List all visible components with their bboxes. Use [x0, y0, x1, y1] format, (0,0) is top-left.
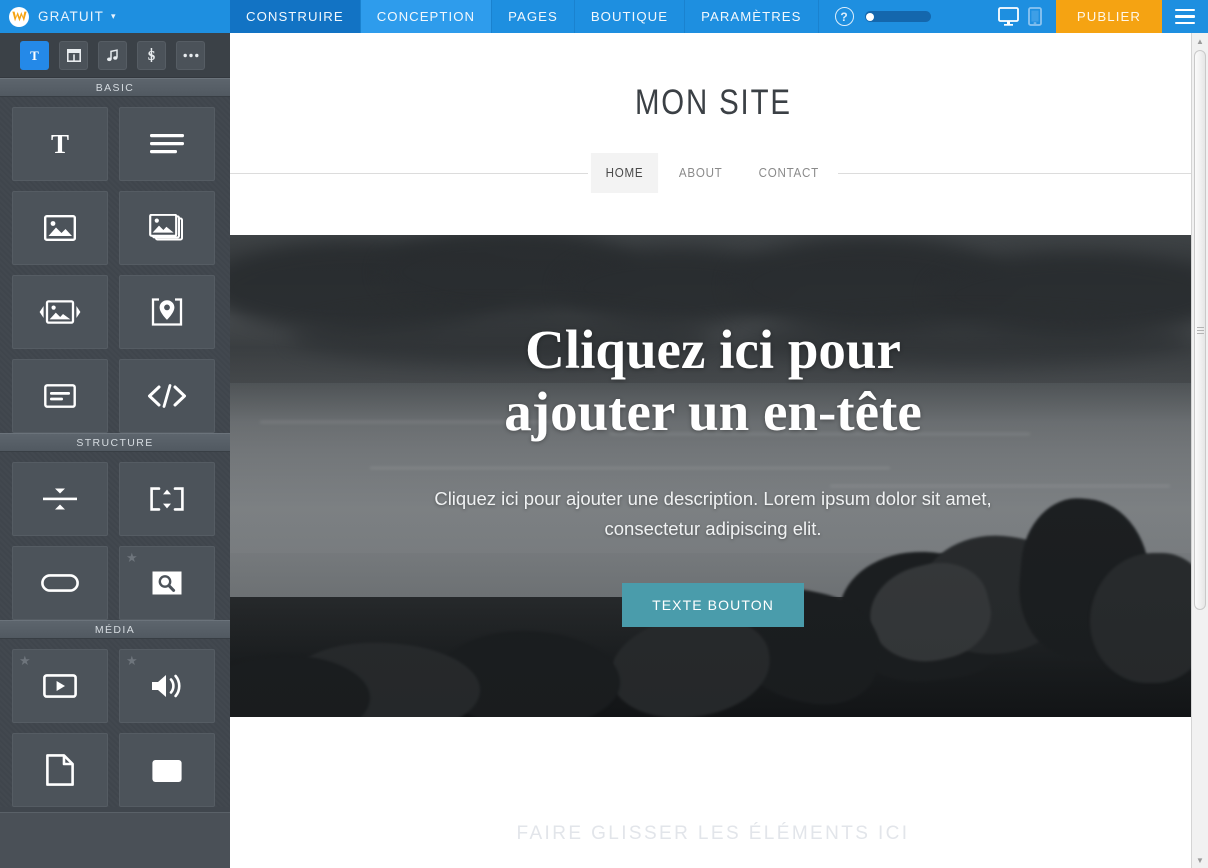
hero-content: Cliquez ici pour ajouter un en-tête Cliq…	[230, 235, 1196, 717]
site-nav-row: HOME ABOUT CONTACT	[230, 153, 1196, 193]
section-header-media: MÉDIA	[0, 620, 230, 639]
sidebar-footer-bar	[0, 812, 230, 868]
element-tile-paragraph-text[interactable]	[119, 107, 215, 181]
element-tile-button[interactable]	[12, 546, 108, 620]
element-tile-flash-object[interactable]	[119, 733, 215, 807]
site-header: MON SITE HOME ABOUT CONTACT	[230, 33, 1196, 235]
element-tile-text-with-image[interactable]	[12, 359, 108, 433]
search-box-icon	[152, 571, 182, 595]
help-and-progress-group: ?	[818, 0, 945, 33]
hero-cta-button[interactable]: TEXTE BOUTON	[622, 583, 804, 628]
mobile-phone-icon[interactable]	[1027, 7, 1042, 26]
publish-button[interactable]: PUBLIER	[1055, 0, 1162, 33]
tab-boutique[interactable]: BOUTIQUE	[574, 0, 686, 33]
site-nav: HOME ABOUT CONTACT	[588, 153, 838, 193]
scrollbar-thumb[interactable]	[1194, 50, 1206, 610]
progress-handle	[866, 12, 874, 21]
hamburger-line	[1175, 21, 1195, 25]
tile-grid-basic: T	[0, 97, 230, 433]
tab-conception[interactable]: CONCEPTION	[360, 0, 493, 33]
element-tile-map[interactable]	[119, 275, 215, 349]
element-tile-video[interactable]: ★	[12, 649, 108, 723]
tile-grid-structure: ★	[0, 452, 230, 620]
button-icon	[41, 574, 79, 592]
scroll-down-arrow-icon[interactable]: ▼	[1192, 852, 1208, 868]
element-tile-embed-code[interactable]	[119, 359, 215, 433]
hero-section[interactable]: Cliquez ici pour ajouter un en-tête Cliq…	[230, 235, 1196, 717]
premium-star-icon: ★	[19, 653, 31, 668]
nav-rule-right	[837, 172, 1196, 174]
svg-text:T: T	[30, 49, 39, 62]
video-player-icon	[43, 674, 77, 698]
music-note-icon[interactable]	[98, 40, 127, 70]
tab-construire[interactable]: CONSTRUIRE	[230, 0, 361, 33]
map-pin-icon	[151, 298, 183, 326]
device-preview-toggle	[983, 0, 1056, 33]
canvas-scrollbar[interactable]: ▲ ▼	[1191, 33, 1208, 868]
element-tile-divider[interactable]	[12, 462, 108, 536]
hamburger-line	[1175, 15, 1195, 18]
embed-code-icon	[148, 384, 186, 408]
weebly-w-logo-icon	[9, 6, 29, 27]
hero-heading-line1: Cliquez ici pour	[525, 319, 901, 380]
layout-grid-icon[interactable]	[59, 40, 88, 70]
flash-object-icon	[152, 760, 182, 782]
nav-rule-left	[230, 172, 589, 174]
element-tile-document[interactable]	[12, 733, 108, 807]
hero-description[interactable]: Cliquez ici pour ajouter une description…	[423, 484, 1003, 543]
site-nav-item-about[interactable]: ABOUT	[664, 153, 737, 193]
gallery-icon	[149, 214, 183, 241]
section-header-structure: STRUCTURE	[0, 433, 230, 452]
slideshow-icon	[39, 300, 81, 324]
premium-star-icon: ★	[126, 550, 138, 565]
scrollbar-grip-icon	[1196, 326, 1204, 334]
elements-sidebar: T S	[0, 33, 230, 868]
brand-label: GRATUIT	[38, 9, 104, 24]
text-tool-icon[interactable]: T	[20, 40, 49, 70]
element-tile-search-box[interactable]: ★	[119, 546, 215, 620]
element-tile-spacer[interactable]	[119, 462, 215, 536]
paragraph-text-icon	[150, 134, 184, 154]
element-category-tabs: T S	[0, 33, 230, 78]
hamburger-line	[1175, 8, 1195, 12]
brand-account-menu[interactable]: GRATUIT ▾	[0, 0, 230, 33]
hero-heading-line2: ajouter un en-tête	[504, 380, 922, 442]
tab-pages[interactable]: PAGES	[492, 0, 575, 33]
drop-zone[interactable]: FAIRE GLISSER LES ÉLÉMENTS ICI	[230, 717, 1196, 868]
title-text-icon: T	[51, 129, 69, 159]
element-tile-slideshow[interactable]	[12, 275, 108, 349]
text-with-image-icon	[44, 384, 76, 408]
element-tile-title-text[interactable]: T	[12, 107, 108, 181]
element-tile-image[interactable]	[12, 191, 108, 265]
section-header-basic: BASIC	[0, 78, 230, 97]
desktop-monitor-icon[interactable]	[997, 7, 1019, 26]
spacer-icon	[150, 487, 184, 511]
site-nav-item-contact[interactable]: CONTACT	[744, 153, 834, 193]
element-tile-gallery[interactable]	[119, 191, 215, 265]
site-title[interactable]: MON SITE	[635, 83, 792, 123]
question-mark-icon[interactable]: ?	[834, 7, 854, 26]
svg-text:T: T	[51, 129, 69, 159]
site-preview-canvas: MON SITE HOME ABOUT CONTACT Cliquez ici …	[230, 33, 1208, 868]
drop-zone-label: FAIRE GLISSER LES ÉLÉMENTS ICI	[516, 822, 910, 844]
premium-star-icon: ★	[126, 653, 138, 668]
scroll-up-arrow-icon[interactable]: ▲	[1192, 33, 1208, 49]
chevron-down-icon: ▾	[110, 11, 116, 21]
audio-speaker-icon	[152, 674, 181, 698]
divider-icon	[43, 488, 77, 510]
more-ellipsis-icon[interactable]	[176, 40, 205, 70]
element-tile-audio[interactable]: ★	[119, 649, 215, 723]
document-file-icon	[46, 754, 74, 786]
dollar-sign-icon[interactable]: S	[137, 40, 166, 70]
image-icon	[44, 215, 76, 241]
site-page: MON SITE HOME ABOUT CONTACT Cliquez ici …	[230, 33, 1196, 868]
setup-progress-bar[interactable]	[864, 11, 931, 22]
top-toolbar: GRATUIT ▾ CONSTRUIRE CONCEPTION PAGES BO…	[0, 0, 1208, 33]
hero-heading[interactable]: Cliquez ici pour ajouter un en-tête	[504, 319, 922, 442]
tab-parametres[interactable]: PARAMÈTRES	[685, 0, 819, 33]
tile-grid-media: ★ ★	[0, 639, 230, 807]
site-nav-item-home[interactable]: HOME	[590, 153, 659, 193]
hamburger-menu-icon[interactable]	[1162, 0, 1208, 33]
